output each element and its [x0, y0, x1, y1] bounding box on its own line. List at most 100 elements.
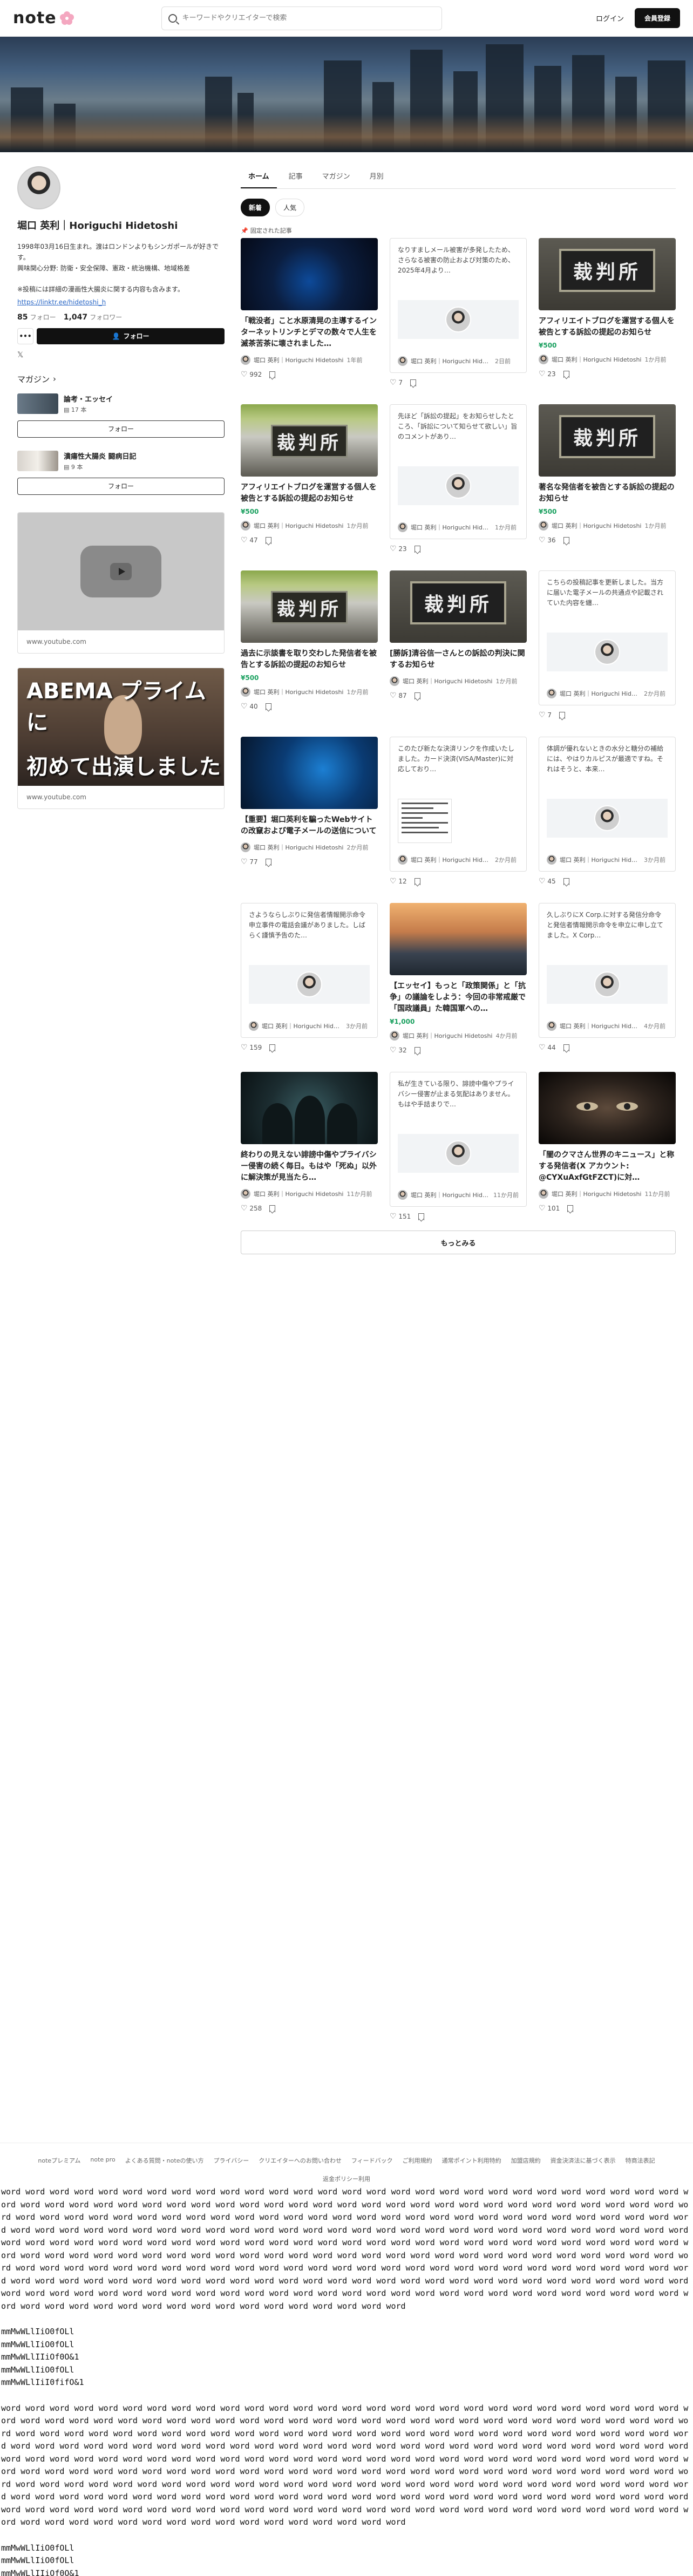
- article-card[interactable]: 【エッセイ】もっと「政策関係」と「抗争」の議論をしよう：今回の非常戒厳で「国政議…: [390, 903, 527, 1055]
- tab-magazine[interactable]: マガジン: [315, 165, 358, 188]
- bookmark-icon[interactable]: [567, 1205, 574, 1212]
- youtube-embed[interactable]: www.youtube.com: [17, 512, 225, 654]
- author-avatar[interactable]: [241, 521, 250, 531]
- author-name[interactable]: 堀口 英利｜Horiguchi Hidetoshi: [560, 1022, 641, 1030]
- bookmark-icon[interactable]: [265, 858, 271, 866]
- follower-label[interactable]: フォロワー: [90, 314, 122, 321]
- like-button[interactable]: ♡ 40: [241, 702, 258, 711]
- bookmark-icon[interactable]: [414, 878, 420, 885]
- author-name[interactable]: 堀口 英利｜Horiguchi Hidetoshi: [254, 843, 343, 852]
- bookmark-icon[interactable]: [265, 536, 271, 544]
- bookmark-icon[interactable]: [563, 878, 569, 885]
- like-button[interactable]: ♡ 258: [241, 1204, 262, 1213]
- bookmark-icon[interactable]: [414, 1046, 420, 1054]
- bookmark-icon[interactable]: [414, 692, 420, 699]
- author-avatar[interactable]: [398, 356, 407, 366]
- article-card[interactable]: 裁判所 [勝訴]清谷信一さんとの訴訟の判決に関するお知らせ 堀口 英利｜Horigu…: [390, 570, 527, 719]
- like-button[interactable]: ♡ 992: [241, 370, 262, 379]
- footer-link[interactable]: note pro: [90, 2156, 115, 2165]
- footer-link[interactable]: フィードバック: [351, 2156, 393, 2165]
- magazine-item[interactable]: 潰瘍性大腸炎 闘病日記 ▤ 9 本: [17, 450, 225, 471]
- tab-articles[interactable]: 記事: [281, 165, 310, 188]
- author-name[interactable]: 堀口 英利｜Horiguchi Hidetoshi: [411, 357, 492, 365]
- article-card[interactable]: 裁判所 アフィリエイトブログを運営する個人を被告とする訴訟の提起のお知らせ ¥500…: [241, 404, 378, 553]
- like-button[interactable]: ♡ 151: [390, 1212, 411, 1221]
- author-name[interactable]: 堀口 英利｜Horiguchi Hidetoshi: [262, 1022, 343, 1030]
- profile-avatar[interactable]: [17, 166, 60, 209]
- article-card[interactable]: 先ほど「訴訟の提起」をお知らせしたところ、「訴訟について知らせて欲しい」旨のコメ…: [390, 404, 527, 553]
- article-card[interactable]: 「闇のクマさん世界のキニュース」と称する発信者(X アカウント: @CYXuAx…: [539, 1072, 676, 1221]
- bookmark-icon[interactable]: [265, 703, 271, 710]
- author-avatar[interactable]: [398, 1190, 407, 1200]
- x-icon[interactable]: 𝕏: [17, 351, 225, 359]
- tab-monthly[interactable]: 月別: [362, 165, 391, 188]
- article-card[interactable]: こちらの投稿記事を更新しました。当方に届いた電子メールの共通点や記載されていた内…: [539, 570, 676, 719]
- article-title[interactable]: 過去に示談書を取り交わした発信者を被告とする訴訟の提起のお知らせ: [241, 648, 378, 671]
- show-more-button[interactable]: もっとみる: [241, 1231, 676, 1254]
- author-avatar[interactable]: [241, 1189, 250, 1199]
- like-button[interactable]: ♡ 12: [390, 877, 407, 886]
- author-avatar[interactable]: [398, 522, 407, 532]
- author-name[interactable]: 堀口 英利｜Horiguchi Hidetoshi: [552, 521, 641, 530]
- article-card[interactable]: 「戦没者」こと水原清晃の主導するインターネットリンチとデマの数々で人生を滅茶苦茶…: [241, 238, 378, 387]
- article-card[interactable]: 裁判所 アフィリエイトブログを運営する個人を被告とする訴訟の提起のお知らせ ¥500…: [539, 238, 676, 387]
- like-button[interactable]: ♡ 47: [241, 536, 258, 545]
- like-button[interactable]: ♡ 101: [539, 1204, 560, 1213]
- magazine-follow-button[interactable]: フォロー: [17, 420, 225, 438]
- author-avatar[interactable]: [539, 1189, 548, 1199]
- tab-home[interactable]: ホーム: [241, 165, 277, 188]
- like-button[interactable]: ♡ 7: [390, 378, 403, 387]
- magazine-follow-button[interactable]: フォロー: [17, 477, 225, 495]
- text-article-card[interactable]: このたび新たな決済リンクを作成いたしました。カード決済(VISA/Master)…: [390, 737, 527, 872]
- author-name[interactable]: 堀口 英利｜Horiguchi Hidetoshi: [254, 521, 343, 530]
- article-card[interactable]: 私が生きている限り、誹謗中傷やプライバシー侵害が止まる気配はありません。もはや手…: [390, 1072, 527, 1221]
- magazine-item[interactable]: 論考・エッセイ ▤ 17 本: [17, 393, 225, 414]
- author-avatar[interactable]: [390, 1031, 399, 1041]
- author-avatar[interactable]: [241, 355, 250, 365]
- signup-button[interactable]: 会員登録: [634, 8, 680, 28]
- author-name[interactable]: 堀口 英利｜Horiguchi Hidetoshi: [411, 523, 492, 532]
- bookmark-icon[interactable]: [559, 711, 566, 719]
- author-avatar[interactable]: [390, 676, 399, 686]
- author-name[interactable]: 堀口 英利｜Horiguchi Hidetoshi: [560, 689, 641, 698]
- article-card[interactable]: 終わりの見えない誹謗中傷やプライバシー侵害の続く毎日。もはや「死ぬ」以外に解決策…: [241, 1072, 378, 1221]
- author-avatar[interactable]: [398, 855, 407, 865]
- author-avatar[interactable]: [249, 1021, 259, 1031]
- like-button[interactable]: ♡ 45: [539, 877, 556, 886]
- follow-label[interactable]: フォロー: [30, 314, 56, 321]
- author-name[interactable]: 堀口 英利｜Horiguchi Hidetoshi: [411, 855, 492, 864]
- bookmark-icon[interactable]: [563, 370, 569, 378]
- article-card[interactable]: 久しぶりにX Corp.に対する発信分命令と発信者情報開示命令を申立に申し立てま…: [539, 903, 676, 1055]
- author-avatar[interactable]: [241, 687, 250, 697]
- bookmark-icon[interactable]: [269, 1205, 276, 1212]
- author-avatar[interactable]: [241, 842, 250, 852]
- like-button[interactable]: ♡ 87: [390, 691, 407, 700]
- author-name[interactable]: 堀口 英利｜Horiguchi Hidetoshi: [411, 1191, 490, 1199]
- filter-new[interactable]: 新着: [241, 199, 270, 216]
- article-title[interactable]: 著名な発信者を被告とする訴訟の提起のお知らせ: [539, 482, 676, 505]
- youtube-embed[interactable]: ABEMA プライムに 初めて出演しました www.youtube.com: [17, 667, 225, 809]
- text-article-card[interactable]: こちらの投稿記事を更新しました。当方に届いた電子メールの共通点や記載されていた内…: [539, 570, 676, 705]
- article-title[interactable]: [勝訴]清谷信一さんとの訴訟の判決に関するお知らせ: [390, 648, 527, 671]
- footer-link[interactable]: 特商法表記: [626, 2156, 655, 2165]
- footer-link[interactable]: noteプレミアム: [38, 2156, 80, 2165]
- search-input[interactable]: [182, 14, 435, 22]
- article-title[interactable]: 【エッセイ】もっと「政策関係」と「抗争」の議論をしよう：今回の非常戒厳で「国政議…: [390, 981, 527, 1015]
- like-button[interactable]: ♡ 7: [539, 711, 552, 719]
- footer-link[interactable]: クリエイターへのお問い合わせ: [259, 2156, 342, 2165]
- footer-refund-link[interactable]: 返金ポリシー利用: [0, 2174, 693, 2183]
- article-title[interactable]: アフィリエイトブログを運営する個人を被告とする訴訟の提起のお知らせ: [241, 482, 378, 505]
- author-name[interactable]: 堀口 英利｜Horiguchi Hidetoshi: [254, 688, 343, 696]
- author-avatar[interactable]: [547, 855, 556, 865]
- footer-link[interactable]: ご利用規約: [403, 2156, 432, 2165]
- footer-link[interactable]: 資金決済法に基づく表示: [551, 2156, 616, 2165]
- text-article-card[interactable]: さようならしぶりに発信者情報開示命令申立事件の電話会議がありました。しばらく謹慎…: [241, 903, 378, 1038]
- magazine-heading[interactable]: マガジン ›: [17, 373, 225, 385]
- article-card[interactable]: 裁判所 著名な発信者を被告とする訴訟の提起のお知らせ ¥500 堀口 英利｜Horig…: [539, 404, 676, 553]
- article-card[interactable]: 体調が優れないときの水分と糖分の補給には、やはりカルピスが最適ですね。それはそう…: [539, 737, 676, 886]
- text-article-card[interactable]: 体調が優れないときの水分と糖分の補給には、やはりカルピスが最適ですね。それはそう…: [539, 737, 676, 872]
- footer-link[interactable]: プライバシー: [213, 2156, 249, 2165]
- like-button[interactable]: ♡ 23: [390, 545, 407, 553]
- article-card[interactable]: 【重要】堀口英利を騙ったWebサイトの改竄および電子メールの送信について 堀口 英…: [241, 737, 378, 886]
- follower-count[interactable]: 1,047: [64, 313, 87, 322]
